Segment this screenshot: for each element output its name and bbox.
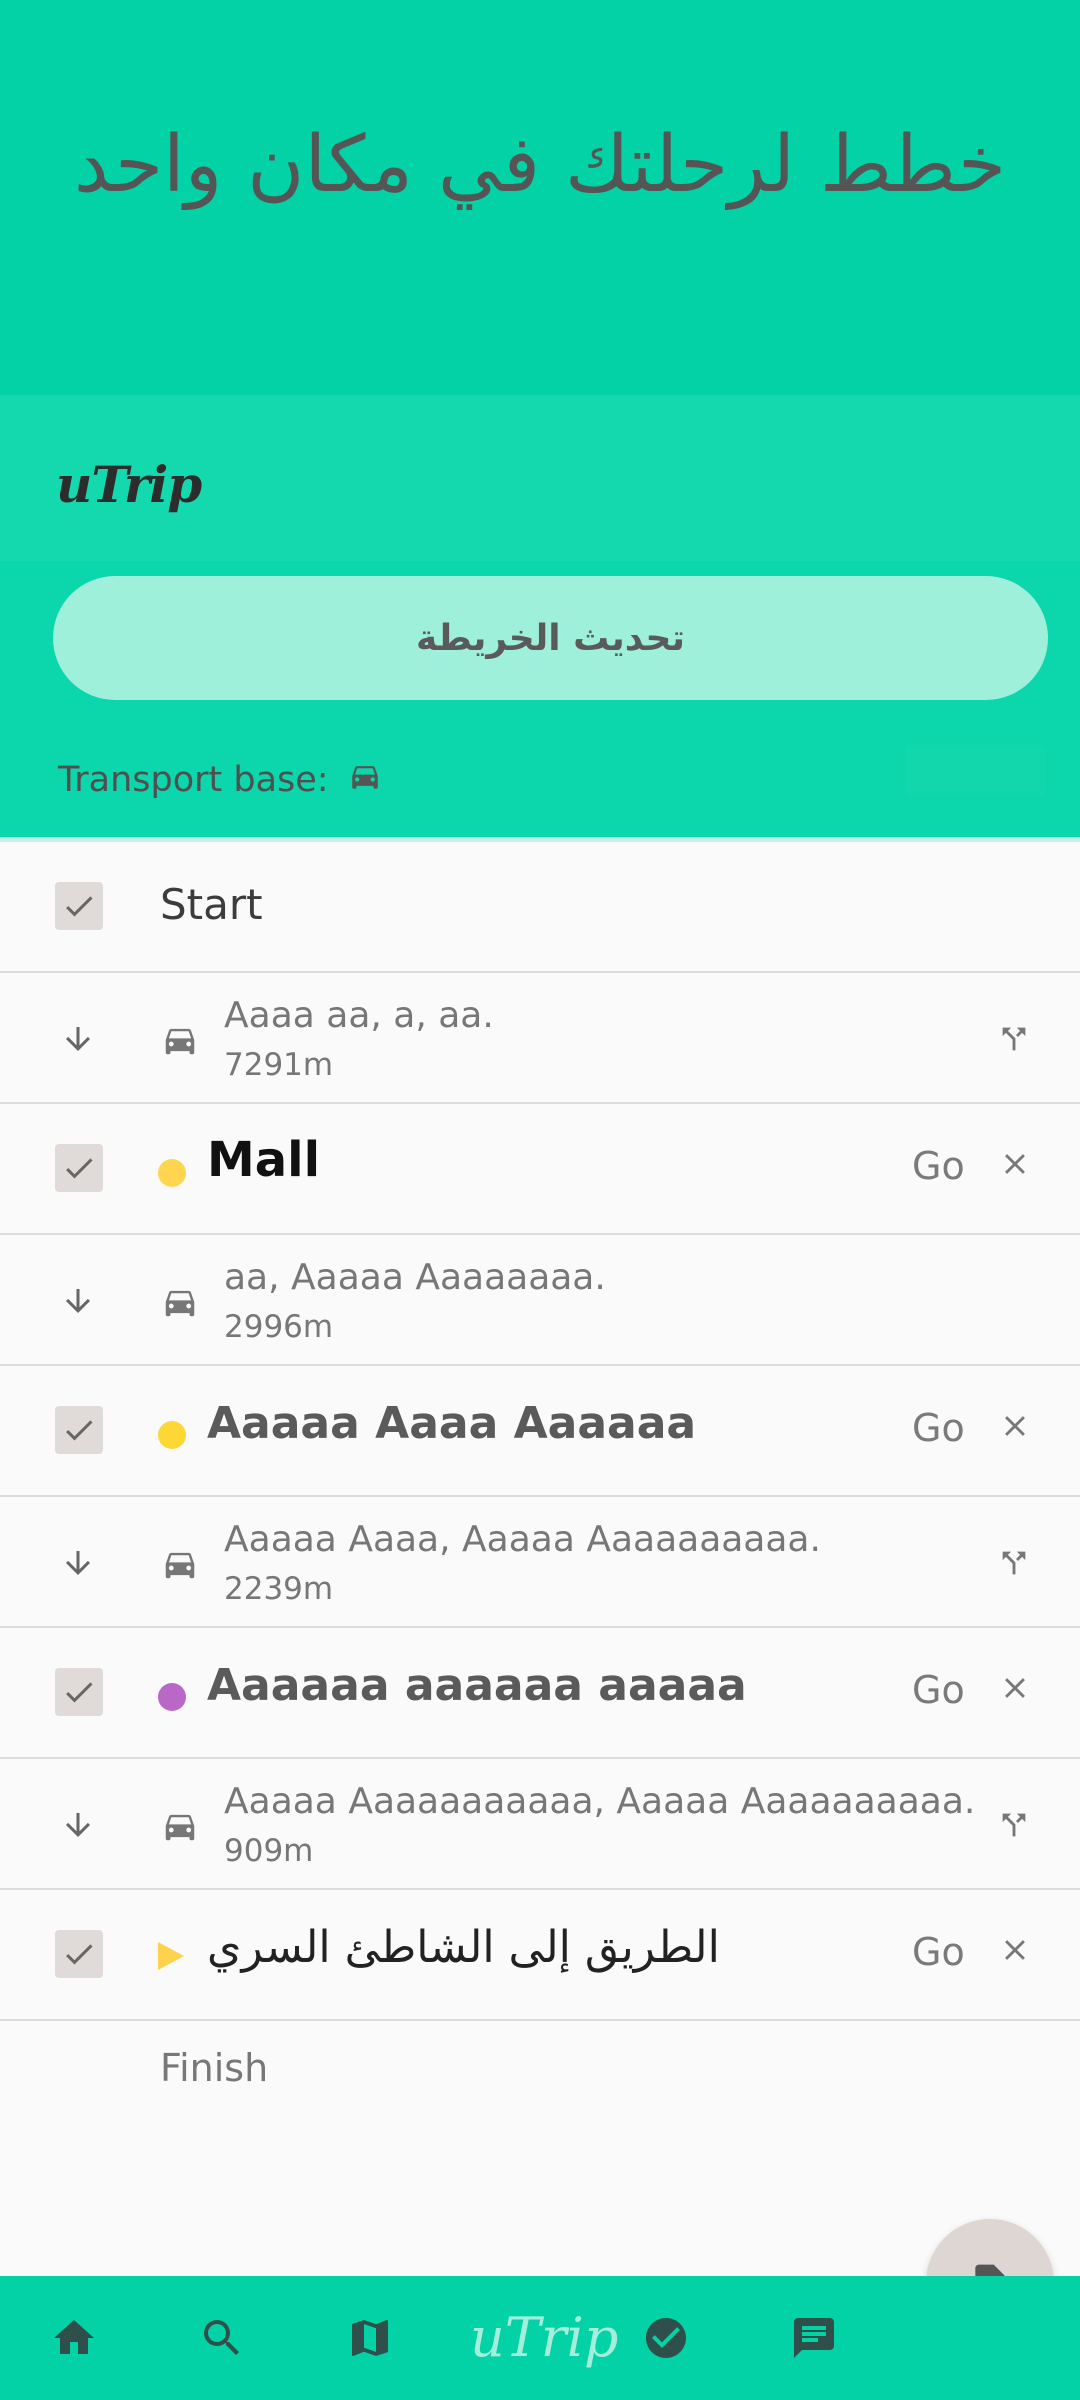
segment-distance: 2996m [224,1309,334,1345]
map-icon[interactable] [346,2314,394,2362]
car-icon [165,1814,195,1841]
arrow-down-icon [66,1027,90,1051]
segment-distance: 909m [224,1833,314,1869]
close-icon[interactable] [998,1933,1032,1967]
stop-row: Aaaaaa aaaaaa aaaaa Go [0,1628,1080,1759]
close-icon[interactable] [998,1409,1032,1443]
search-icon[interactable] [198,2314,246,2362]
chat-icon[interactable] [790,2314,838,2362]
stop-row: Aaaaa Aaaa Aaaaaa Go [0,1366,1080,1497]
car-icon[interactable] [347,759,383,802]
segment-address: aa, Aaaaa Aaaaaaaa. [224,1257,606,1298]
transport-base-row: Transport base: [58,745,383,815]
go-button[interactable]: Go [912,1144,965,1188]
close-icon[interactable] [998,1147,1032,1181]
trip-panel: uTrip تحديث الخريطة Transport base: [0,395,1080,838]
route-segment: Aaaaa Aaaa, Aaaaa Aaaaaaaaaa. 2239m [0,1497,1080,1628]
stop-checkbox[interactable] [55,1930,103,1978]
brand-strip: uTrip [0,395,1080,561]
fork-route-icon[interactable] [997,1019,1031,1059]
go-button[interactable]: Go [912,1668,965,1712]
fork-route-icon[interactable] [997,1543,1031,1583]
itinerary-list: Start Aaaa aa, a, aa. 7291m Mall Go aa, … [0,842,1080,2021]
start-row: Start [0,842,1080,973]
go-button[interactable]: Go [912,1406,965,1450]
stop-marker-dot [158,1683,186,1711]
segment-address: Aaaa aa, a, aa. [224,995,494,1036]
route-segment: Aaaaa Aaaaaaaaaaa, Aaaaa Aaaaaaaaaa. 909… [0,1759,1080,1890]
arrow-down-icon [66,1813,90,1837]
car-icon [165,1290,195,1317]
car-icon [165,1028,195,1055]
segment-distance: 2239m [224,1571,334,1607]
close-icon[interactable] [998,1671,1032,1705]
stop-checkbox[interactable] [55,1406,103,1454]
fork-route-icon[interactable] [997,1805,1031,1845]
start-label: Start [160,880,263,929]
arrow-down-icon [66,1289,90,1313]
transport-base-label: Transport base: [58,760,329,800]
car-icon [165,1552,195,1579]
stop-row: Mall Go [0,1104,1080,1235]
arrow-down-icon [66,1551,90,1575]
start-checkbox[interactable] [55,882,103,930]
app-header: خطط لرحلتك في مكان واحد [0,0,1080,395]
utrip-logo: uTrip [56,455,202,514]
home-icon[interactable] [50,2314,98,2362]
bottom-navigation: uTrip [0,2276,1080,2400]
stop-marker-triangle [158,1942,184,1970]
stop-name: Mall [207,1132,321,1188]
check-circle-icon[interactable] [642,2314,690,2362]
stop-marker-dot [158,1159,186,1187]
finish-label: Finish [160,2046,269,2090]
stop-name: Aaaaaa aaaaaa aaaaa [207,1660,747,1711]
go-button[interactable]: Go [912,1930,965,1974]
stop-name: الطريق إلى الشاطئ السري [207,1922,720,1973]
header-title: خطط لرحلتك في مكان واحد [73,120,1007,210]
stop-marker-dot [158,1421,186,1449]
segment-address: Aaaaa Aaaaaaaaaaa, Aaaaa Aaaaaaaaaa. [224,1781,976,1822]
utrip-logo[interactable]: uTrip [470,2306,618,2369]
stop-checkbox[interactable] [55,1668,103,1716]
route-segment: aa, Aaaaa Aaaaaaaa. 2996m [0,1235,1080,1366]
segment-address: Aaaaa Aaaa, Aaaaa Aaaaaaaaaa. [224,1519,821,1560]
stop-row: الطريق إلى الشاطئ السري Go [0,1890,1080,2021]
stop-name: Aaaaa Aaaa Aaaaaa [207,1398,697,1449]
segment-distance: 7291m [224,1047,334,1083]
transport-selector[interactable] [905,745,1045,797]
stop-checkbox[interactable] [55,1144,103,1192]
route-segment: Aaaa aa, a, aa. 7291m [0,973,1080,1104]
refresh-map-button[interactable]: تحديث الخريطة [53,576,1048,700]
